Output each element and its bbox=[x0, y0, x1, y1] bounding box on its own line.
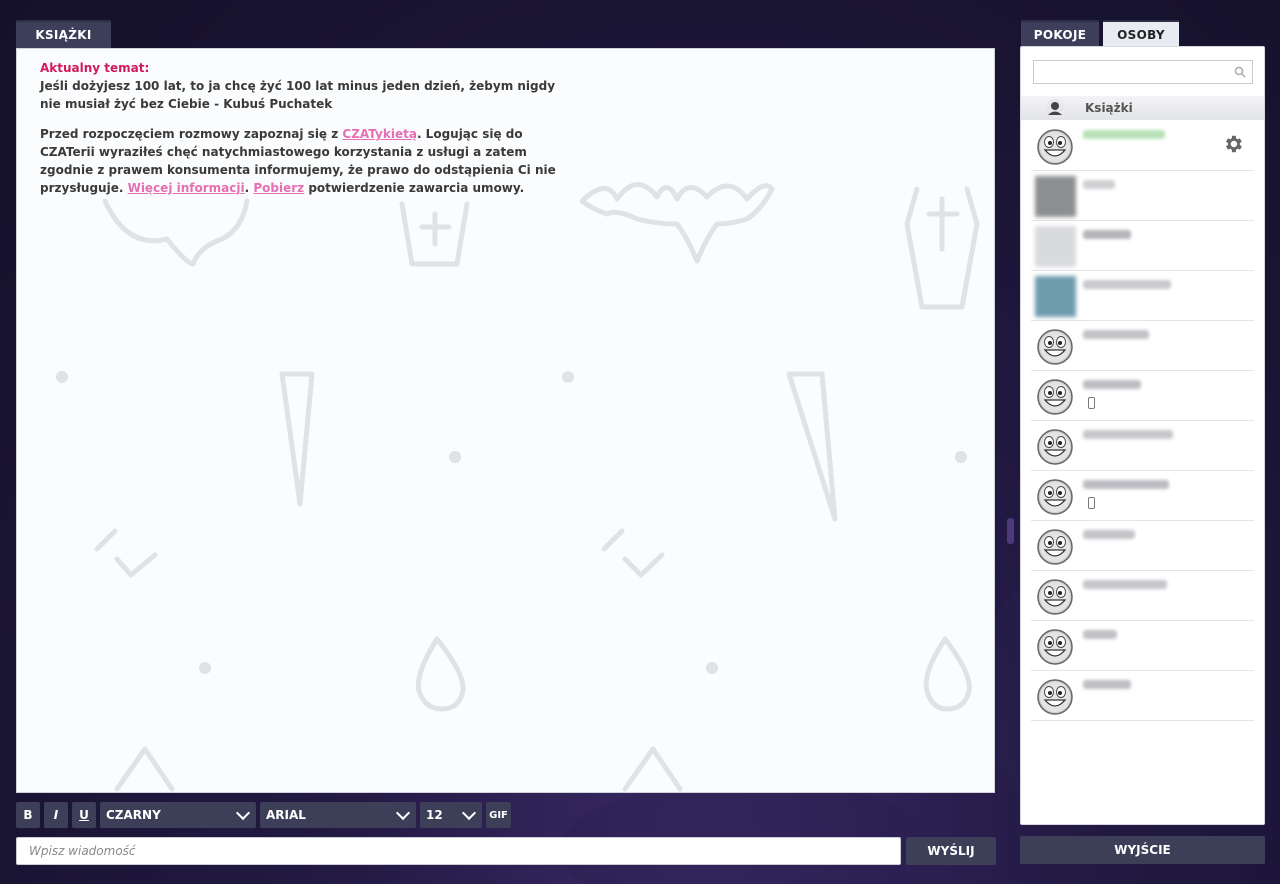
user-nick-blurred bbox=[1083, 230, 1131, 239]
topic-text: Jeśli dożyjesz 100 lat, to ja chcę żyć 1… bbox=[40, 79, 556, 111]
tab-room-ksiazki[interactable]: KSIĄŻKI bbox=[16, 20, 111, 48]
czatykieta-link[interactable]: CZATykietą bbox=[342, 127, 417, 141]
notice-text: potwierdzenie zawarcia umowy. bbox=[304, 181, 525, 195]
user-nick-blurred bbox=[1083, 680, 1131, 689]
user-group-icon bbox=[1046, 99, 1064, 117]
send-button[interactable]: WYŚLIJ bbox=[906, 837, 996, 865]
underline-button[interactable]: U bbox=[72, 802, 96, 828]
user-list-item[interactable] bbox=[1031, 571, 1254, 621]
size-select[interactable]: 12 bbox=[420, 802, 482, 828]
smiley-avatar-icon bbox=[1037, 429, 1073, 465]
scrollbar-handle[interactable] bbox=[1007, 518, 1014, 544]
user-nick-blurred bbox=[1083, 380, 1141, 389]
size-select-value: 12 bbox=[426, 808, 443, 822]
color-select-value: CZARNY bbox=[106, 808, 161, 822]
user-nick-blurred bbox=[1083, 530, 1135, 539]
bold-button[interactable]: B bbox=[16, 802, 40, 828]
user-photo-avatar bbox=[1035, 276, 1076, 317]
mobile-phone-icon bbox=[1088, 397, 1095, 409]
chevron-down-icon bbox=[235, 805, 251, 820]
room-group-name: Książki bbox=[1085, 101, 1133, 115]
user-nick-blurred bbox=[1083, 130, 1165, 139]
user-photo-avatar bbox=[1035, 176, 1076, 217]
user-list-item[interactable] bbox=[1031, 121, 1254, 171]
search-icon bbox=[1234, 66, 1246, 78]
user-photo-avatar bbox=[1035, 226, 1076, 267]
tab-rooms[interactable]: POKOJE bbox=[1021, 20, 1099, 48]
font-select[interactable]: ARIAL bbox=[260, 802, 416, 828]
user-list-item[interactable] bbox=[1031, 271, 1254, 321]
color-select[interactable]: CZARNY bbox=[100, 802, 256, 828]
smiley-avatar-icon bbox=[1037, 679, 1073, 715]
chat-messages-area: Aktualny temat: Jeśli dożyjesz 100 lat, … bbox=[16, 48, 995, 793]
user-list-item[interactable] bbox=[1031, 471, 1254, 521]
user-search-input[interactable] bbox=[1033, 60, 1253, 84]
smiley-avatar-icon bbox=[1037, 579, 1073, 615]
chevron-down-icon bbox=[395, 805, 411, 820]
user-list-item[interactable] bbox=[1031, 221, 1254, 271]
smiley-avatar-icon bbox=[1037, 129, 1073, 165]
smiley-avatar-icon bbox=[1037, 529, 1073, 565]
user-list-item[interactable] bbox=[1031, 171, 1254, 221]
user-nick-blurred bbox=[1083, 430, 1173, 439]
notice-text: Przed rozpoczęciem rozmowy zapoznaj się … bbox=[40, 127, 343, 141]
font-select-value: ARIAL bbox=[266, 808, 306, 822]
user-list-item[interactable] bbox=[1031, 421, 1254, 471]
chat-welcome-message: Aktualny temat: Jeśli dożyjesz 100 lat, … bbox=[40, 59, 560, 209]
user-list-item[interactable] bbox=[1031, 521, 1254, 571]
user-nick-blurred bbox=[1083, 330, 1149, 339]
smiley-avatar-icon bbox=[1037, 479, 1073, 515]
gif-button[interactable]: GIF bbox=[486, 802, 511, 828]
users-panel: Książki bbox=[1020, 46, 1265, 825]
smiley-avatar-icon bbox=[1037, 379, 1073, 415]
room-group-header: Książki bbox=[1021, 96, 1264, 120]
user-nick-blurred bbox=[1083, 480, 1169, 489]
chevron-down-icon bbox=[461, 805, 477, 820]
italic-button[interactable]: I bbox=[44, 802, 68, 828]
download-link[interactable]: Pobierz bbox=[253, 181, 304, 195]
smiley-avatar-icon bbox=[1037, 329, 1073, 365]
message-input[interactable] bbox=[16, 837, 901, 865]
user-list-item[interactable] bbox=[1031, 321, 1254, 371]
topic-label: Aktualny temat: bbox=[40, 61, 150, 75]
user-list-item[interactable] bbox=[1031, 621, 1254, 671]
user-list-item[interactable] bbox=[1031, 671, 1254, 721]
gear-icon[interactable] bbox=[1222, 133, 1244, 155]
exit-button[interactable]: WYJŚCIE bbox=[1020, 836, 1265, 864]
user-nick-blurred bbox=[1083, 630, 1117, 639]
user-nick-blurred bbox=[1083, 180, 1115, 189]
tab-people[interactable]: OSOBY bbox=[1103, 20, 1179, 48]
user-nick-blurred bbox=[1083, 580, 1167, 589]
more-info-link[interactable]: Więcej informacji bbox=[128, 181, 245, 195]
mobile-phone-icon bbox=[1088, 497, 1095, 509]
smiley-avatar-icon bbox=[1037, 629, 1073, 665]
user-nick-blurred bbox=[1083, 280, 1171, 289]
background-blob bbox=[560, 780, 940, 884]
user-list-item[interactable] bbox=[1031, 371, 1254, 421]
